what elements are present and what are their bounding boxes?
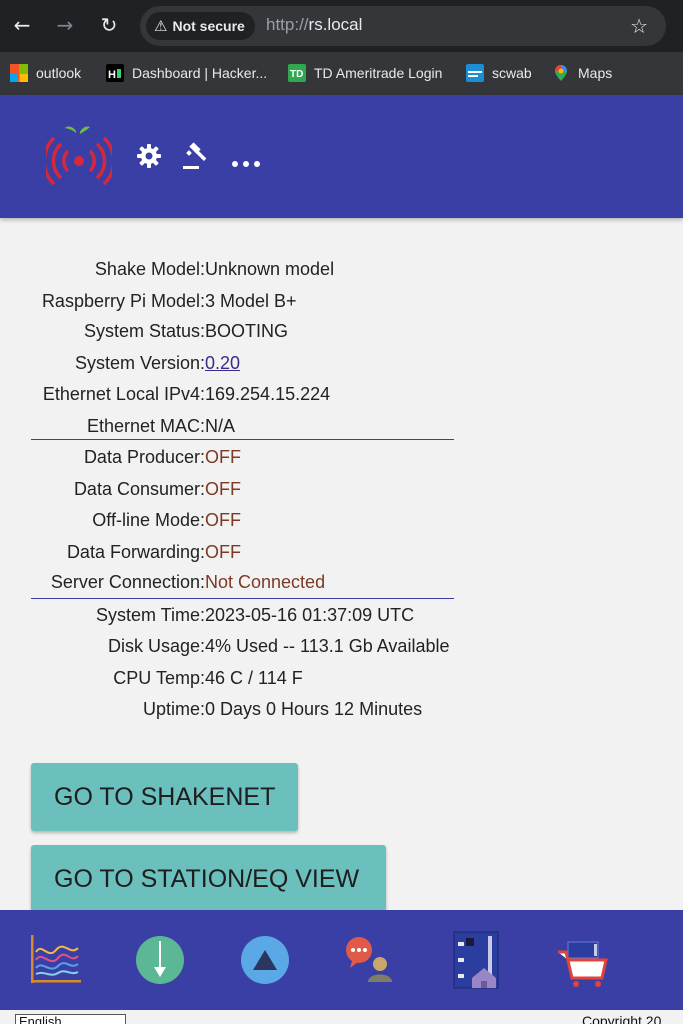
shop-cart-icon[interactable] (554, 930, 610, 990)
arrow-right-icon[interactable]: → (52, 12, 78, 38)
gear-icon[interactable] (134, 141, 164, 171)
info-row-pi-model: Raspberry Pi Model:3 Model B+ (41, 291, 297, 311)
waveform-chart-icon[interactable] (28, 930, 84, 990)
info-row-data-consumer: Data Consumer: OFF (73, 479, 241, 499)
info-row-uptime: Uptime:0 Days 0 Hours 12 Minutes (142, 699, 423, 719)
schwab-icon (466, 64, 484, 82)
bookmark-star-icon[interactable]: ☆ (630, 14, 648, 38)
bookmark-maps[interactable]: Maps (552, 62, 612, 84)
upload-triangle-icon[interactable] (237, 930, 293, 990)
bookmark-outlook[interactable]: outlook (10, 62, 81, 84)
bottom-toolbar (0, 910, 683, 1010)
raspberry-shake-logo[interactable] (46, 123, 112, 189)
hacker-icon: H (106, 64, 124, 82)
info-row-shake-model: Shake Model: Unknown model (94, 259, 335, 279)
info-row-system-version: System Version:0.20 (74, 353, 241, 374)
info-row-cpu-temp: CPU Temp:46 C / 114 F (113, 668, 303, 688)
arrow-left-icon[interactable]: ← (9, 12, 35, 38)
info-row-ipv4: Ethernet Local IPv4:169.254.15.224 (42, 384, 331, 404)
microsoft-icon (10, 64, 28, 82)
info-row-data-forwarding: Data Forwarding: OFF (66, 542, 241, 562)
svg-text:TD: TD (290, 69, 303, 80)
info-row-data-producer: Data Producer: OFF (83, 447, 241, 467)
info-row-mac: Ethernet MAC: N/A (86, 416, 236, 436)
user-chat-icon[interactable] (342, 930, 398, 990)
go-to-shakenet-button[interactable]: GO TO SHAKENET (31, 763, 298, 831)
device-home-icon[interactable] (448, 930, 504, 990)
app-header (0, 95, 683, 218)
language-select[interactable]: English (15, 1014, 126, 1024)
version-link[interactable]: 0.20 (205, 353, 240, 374)
info-row-server-connection: Server Connection: Not Connected (50, 572, 326, 592)
section-divider (31, 439, 454, 440)
td-icon: TD (288, 64, 306, 82)
bookmark-td[interactable]: TD TD Ameritrade Login (288, 62, 442, 84)
more-dots-icon[interactable] (230, 145, 264, 169)
security-chip[interactable]: ⚠ Not secure (146, 12, 255, 40)
info-row-system-time: System Time:2023-05-16 01:37:09 UTC (95, 605, 415, 625)
bookmark-scwab[interactable]: scwab (466, 62, 532, 84)
maps-icon (552, 64, 570, 82)
copyright-text: Copyright 20 (582, 1013, 662, 1024)
gavel-icon[interactable] (181, 141, 211, 171)
address-bar[interactable]: ⚠ Not secure http://rs.local ☆ (140, 6, 666, 46)
browser-toolbar: ← → ↻ ⚠ Not secure http://rs.local ☆ (0, 0, 683, 52)
reload-icon[interactable]: ↻ (96, 12, 122, 38)
info-row-offline-mode: Off-line Mode: OFF (92, 510, 241, 530)
download-arrow-icon[interactable] (132, 930, 188, 990)
bookmark-dashboard[interactable]: H Dashboard | Hacker... (106, 62, 267, 84)
go-to-station-view-button[interactable]: GO TO STATION/EQ VIEW (31, 845, 386, 913)
info-row-disk-usage: Disk Usage:4% Used -- 113.1 Gb Available (107, 636, 450, 656)
info-row-system-status: System Status: BOOTING (83, 321, 289, 341)
url-text[interactable]: http://rs.local (266, 15, 362, 35)
svg-text:H: H (108, 69, 116, 81)
warning-icon: ⚠ (154, 17, 168, 35)
bookmarks-bar: outlook H Dashboard | Hacker... TD TD Amer… (0, 52, 683, 95)
